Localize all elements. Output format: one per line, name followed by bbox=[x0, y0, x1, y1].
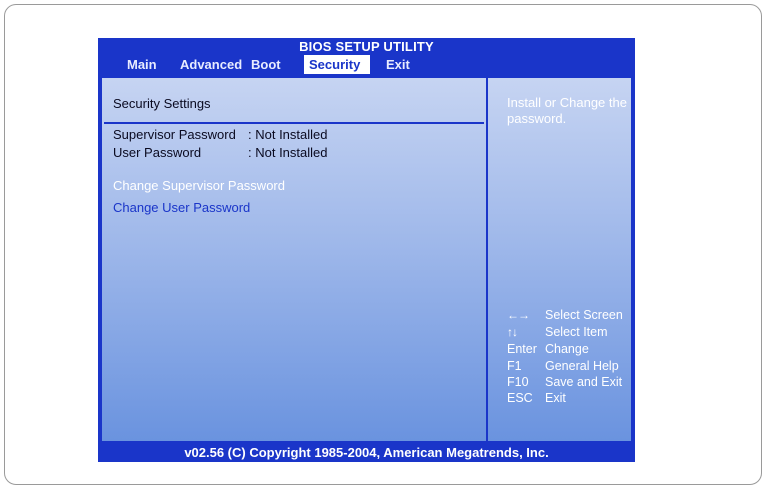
tab-security[interactable]: Security bbox=[304, 55, 370, 74]
key-action: General Help bbox=[545, 359, 619, 373]
key-action: Save and Exit bbox=[545, 375, 623, 389]
status-label: User Password bbox=[113, 145, 202, 160]
menu-bar: Main Advanced Boot Security Exit bbox=[98, 55, 635, 74]
change-supervisor-password-option[interactable]: Change Supervisor Password bbox=[113, 178, 285, 193]
key-label: ESC bbox=[507, 391, 533, 405]
copyright-footer: v02.56 (C) Copyright 1985-2004, American… bbox=[184, 445, 549, 460]
key-save-exit: F10 Save and Exit bbox=[507, 374, 622, 391]
up-down-arrows-icon: ↑↓ bbox=[507, 325, 518, 339]
supervisor-password-status: Supervisor Password : Not Installed bbox=[113, 127, 328, 142]
key-label: F1 bbox=[507, 359, 522, 373]
left-right-arrows-icon: ←→ bbox=[507, 308, 530, 322]
key-label: F10 bbox=[507, 375, 529, 389]
key-action: Select Item bbox=[545, 325, 608, 339]
tab-boot[interactable]: Boot bbox=[246, 55, 286, 74]
key-select-screen: ←→ Select Screen bbox=[507, 307, 623, 324]
tab-exit[interactable]: Exit bbox=[381, 55, 415, 74]
key-action: Change bbox=[545, 342, 589, 356]
status-value: : Not Installed bbox=[248, 127, 328, 142]
user-password-status: User Password : Not Installed bbox=[113, 145, 328, 160]
key-exit: ESC Exit bbox=[507, 390, 566, 407]
key-label: Enter bbox=[507, 342, 537, 356]
status-value: : Not Installed bbox=[248, 145, 328, 160]
section-divider bbox=[104, 122, 484, 124]
status-label: Supervisor Password bbox=[113, 127, 236, 142]
change-user-password-option[interactable]: Change User Password bbox=[113, 200, 250, 215]
key-action: Exit bbox=[545, 391, 566, 405]
tab-advanced[interactable]: Advanced bbox=[175, 55, 247, 74]
bios-title: BIOS SETUP UTILITY bbox=[299, 39, 434, 54]
key-select-item: ↑↓ Select Item bbox=[507, 324, 608, 341]
section-title: Security Settings bbox=[113, 96, 211, 111]
key-general-help: F1 General Help bbox=[507, 358, 619, 375]
key-action: Select Screen bbox=[545, 308, 623, 322]
key-change: Enter Change bbox=[507, 341, 589, 358]
tab-main[interactable]: Main bbox=[122, 55, 162, 74]
help-text: Install or Change the password. bbox=[507, 95, 627, 126]
